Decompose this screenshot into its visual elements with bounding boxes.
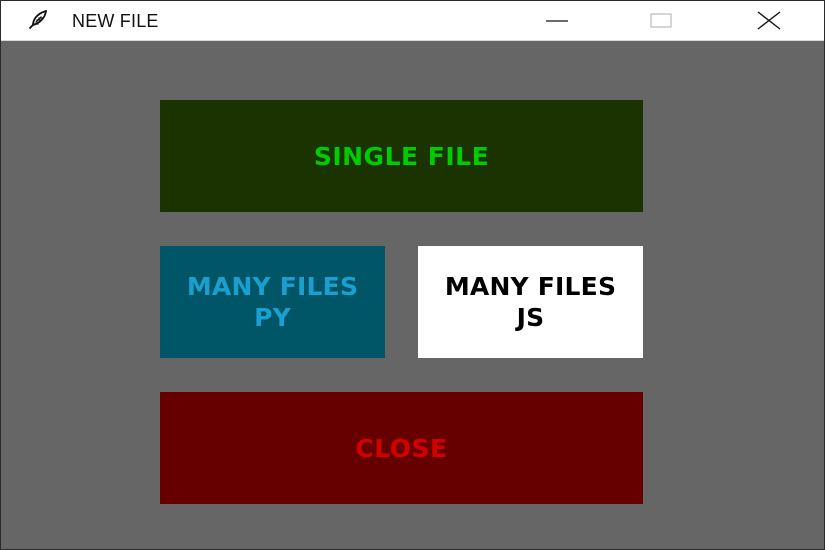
app-window: NEW FILE SINGLE FILE MANY FILES PY MANY … xyxy=(0,0,825,550)
title-bar: NEW FILE xyxy=(1,1,824,41)
single-file-button[interactable]: SINGLE FILE xyxy=(160,100,643,212)
window-title: NEW FILE xyxy=(72,11,159,31)
feather-icon xyxy=(25,7,51,33)
window-close-button[interactable] xyxy=(742,1,798,40)
close-icon xyxy=(757,11,781,30)
main-panel: SINGLE FILE MANY FILES PY MANY FILES JS … xyxy=(1,41,824,549)
minimize-icon xyxy=(546,20,568,22)
minimize-button[interactable] xyxy=(529,1,585,40)
close-button[interactable]: CLOSE xyxy=(160,392,643,504)
many-files-js-button[interactable]: MANY FILES JS xyxy=(418,246,643,358)
maximize-button[interactable] xyxy=(634,1,690,40)
many-files-py-button[interactable]: MANY FILES PY xyxy=(160,246,385,358)
maximize-icon xyxy=(650,13,672,28)
